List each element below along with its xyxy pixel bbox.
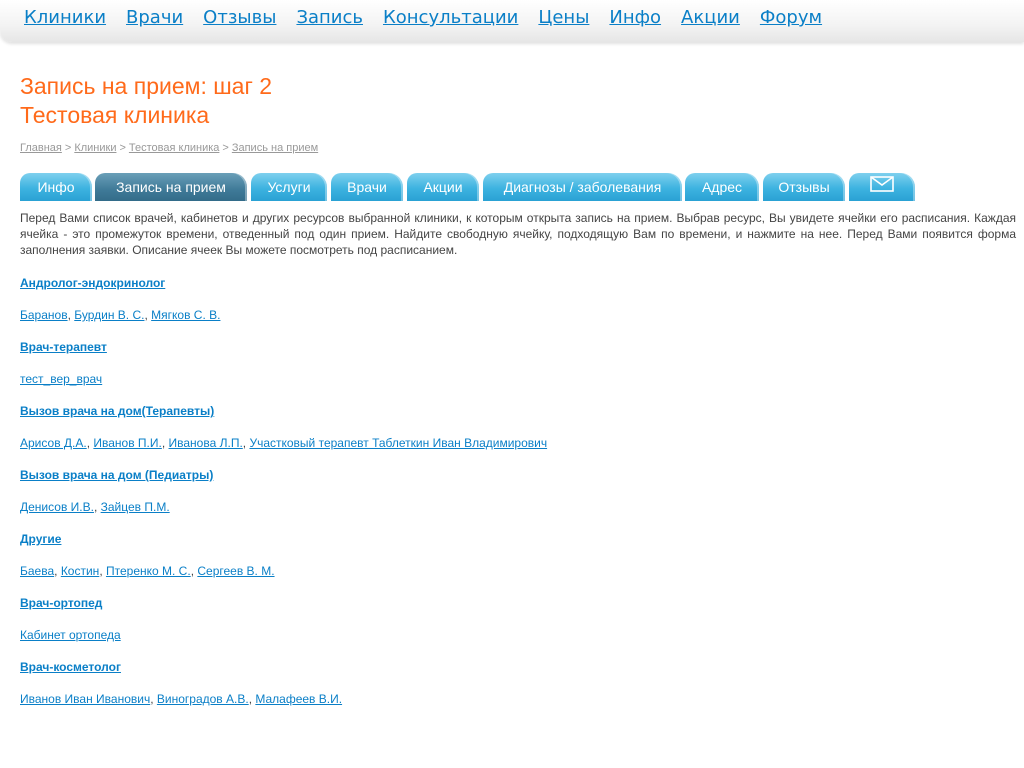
- resource-link[interactable]: Сергеев В. М.: [197, 564, 274, 578]
- nav-link[interactable]: Врачи: [126, 7, 183, 28]
- resource-link[interactable]: Птеренко М. С.: [106, 564, 191, 578]
- resource-link[interactable]: тест_вер_врач: [20, 372, 102, 386]
- list-separator: ,: [161, 436, 169, 450]
- list-separator: ,: [150, 692, 157, 706]
- nav-item: Акции: [681, 6, 740, 30]
- resource-link[interactable]: Денисов И.В.: [20, 500, 94, 514]
- list-separator: ,: [99, 564, 106, 578]
- group-title-link[interactable]: Врач-косметолог: [20, 660, 121, 674]
- tab-item[interactable]: Врачи: [331, 173, 403, 201]
- group-title-link[interactable]: Врач-ортопед: [20, 596, 102, 610]
- nav-link[interactable]: Инфо: [609, 7, 661, 28]
- tab-item[interactable]: Отзывы: [763, 173, 845, 201]
- tab-item[interactable]: Акции: [407, 173, 479, 201]
- nav-link[interactable]: Запись: [296, 7, 363, 28]
- resource-link[interactable]: Иванова Л.П.: [169, 436, 243, 450]
- group-heading: Андролог-эндокринолог: [20, 276, 1010, 308]
- resource-link[interactable]: Баранов: [20, 308, 68, 322]
- breadcrumb-link[interactable]: Главная: [20, 142, 62, 154]
- nav-list: Клиники Врачи Отзывы Запись Консультации Цены…: [24, 6, 842, 30]
- resource-link[interactable]: Костин: [61, 564, 100, 578]
- group-resource-list: Баева, Костин, Птеренко М. С., Сергеев В…: [20, 564, 1010, 596]
- tab-item[interactable]: Запись на прием: [95, 173, 247, 201]
- group-heading: Другие: [20, 532, 1010, 564]
- group-resource-list: Иванов Иван Иванович, Виноградов А.В., М…: [20, 692, 1010, 724]
- tab-item[interactable]: Инфо: [20, 173, 92, 201]
- intro-text: Перед Вами список врачей, кабинетов и др…: [20, 211, 1016, 257]
- nav-item: Запись: [296, 6, 363, 30]
- group-title-link[interactable]: Андролог-эндокринолог: [20, 276, 165, 290]
- nav-link[interactable]: Отзывы: [203, 7, 276, 28]
- nav-item: Клиники: [24, 6, 106, 30]
- resource-link[interactable]: Виноградов А.В.: [157, 692, 249, 706]
- group-heading: Вызов врача на дом(Терапевты): [20, 404, 1010, 436]
- resource-link[interactable]: Баева: [20, 564, 54, 578]
- group-title-link[interactable]: Вызов врача на дом(Терапевты): [20, 404, 214, 418]
- resource-link[interactable]: Мягков С. В.: [151, 308, 220, 322]
- page-title: Запись на прием: шаг 2 Тестовая клиника: [20, 72, 272, 130]
- tab-item[interactable]: Адрес: [685, 173, 759, 201]
- group-resource-list: Денисов И.В., Зайцев П.М.: [20, 500, 1010, 532]
- resource-groups: Андролог-эндокринолог Баранов, Бурдин В. …: [20, 276, 1010, 724]
- breadcrumb-link[interactable]: Тестовая клиника: [129, 142, 220, 154]
- page-title-line2: Тестовая клиника: [20, 102, 210, 128]
- nav-link[interactable]: Форум: [760, 7, 822, 28]
- resource-link[interactable]: Малафеев В.И.: [255, 692, 342, 706]
- page-title-line1: Запись на прием: шаг 2: [20, 73, 273, 99]
- breadcrumb-link[interactable]: Запись на прием: [232, 142, 318, 154]
- group-resource-list: Баранов, Бурдин В. С., Мягков С. В.: [20, 308, 1010, 340]
- resource-link[interactable]: Иванов П.И.: [93, 436, 161, 450]
- group-title-link[interactable]: Врач-терапевт: [20, 340, 107, 354]
- group-resource-list: Арисов Д.А., Иванов П.И., Иванова Л.П., …: [20, 436, 1010, 468]
- list-separator: ,: [93, 500, 101, 514]
- tab-mail[interactable]: [849, 173, 915, 201]
- nav-link[interactable]: Клиники: [24, 7, 106, 28]
- group-heading: Вызов врача на дом (Педиатры): [20, 468, 1010, 500]
- group-heading: Врач-косметолог: [20, 660, 1010, 692]
- nav-item: Отзывы: [203, 6, 276, 30]
- nav-item: Врачи: [126, 6, 183, 30]
- nav-item: Инфо: [609, 6, 661, 30]
- resource-link[interactable]: Иванов Иван Иванович: [20, 692, 150, 706]
- nav-link[interactable]: Акции: [681, 7, 740, 28]
- nav-link[interactable]: Цены: [538, 7, 589, 28]
- tab-item[interactable]: Диагнозы / заболевания: [483, 173, 682, 201]
- resource-link[interactable]: Бурдин В. С.: [74, 308, 144, 322]
- breadcrumb-link[interactable]: Клиники: [74, 142, 116, 154]
- resource-link[interactable]: Арисов Д.А.: [20, 436, 87, 450]
- nav-item: Консультации: [383, 6, 518, 30]
- group-title-link[interactable]: Вызов врача на дом (Педиатры): [20, 468, 213, 482]
- nav-item: Форум: [760, 6, 822, 30]
- resource-link[interactable]: Участковый терапевт Таблеткин Иван Влади…: [249, 436, 547, 450]
- breadcrumb-separator: >: [222, 142, 229, 154]
- top-navigation: Клиники Врачи Отзывы Запись Консультации Цены…: [0, 0, 1024, 42]
- breadcrumb: Главная > Клиники > Тестовая клиника > Запись …: [20, 142, 318, 154]
- group-resource-list: Кабинет ортопеда: [20, 628, 1010, 660]
- clinic-tabs: Инфо Запись на прием Услуги Врачи Акции Диагн…: [20, 173, 915, 201]
- group-heading: Врач-терапевт: [20, 340, 1010, 372]
- resource-link[interactable]: Зайцев П.М.: [101, 500, 170, 514]
- breadcrumb-separator: >: [64, 142, 72, 154]
- nav-item: Цены: [538, 6, 589, 30]
- group-title-link[interactable]: Другие: [20, 532, 61, 546]
- nav-link[interactable]: Консультации: [383, 7, 518, 28]
- tab-item[interactable]: Услуги: [251, 173, 327, 201]
- group-heading: Врач-ортопед: [20, 596, 1010, 628]
- group-resource-list: тест_вер_врач: [20, 372, 1010, 404]
- list-separator: ,: [54, 564, 61, 578]
- envelope-icon: [870, 173, 894, 201]
- breadcrumb-separator: >: [119, 142, 126, 154]
- resource-link[interactable]: Кабинет ортопеда: [20, 628, 121, 642]
